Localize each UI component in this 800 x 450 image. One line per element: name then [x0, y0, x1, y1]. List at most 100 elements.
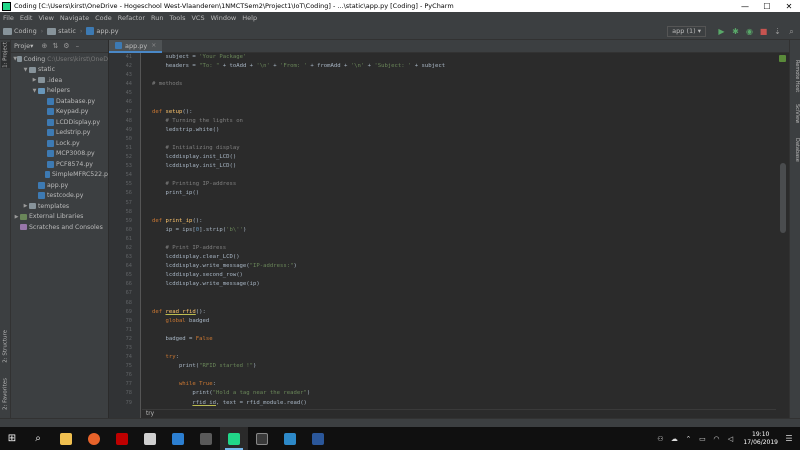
menu-vcs[interactable]: VCS: [191, 14, 204, 22]
menu-window[interactable]: Window: [211, 14, 237, 22]
menu-tools[interactable]: Tools: [169, 14, 185, 22]
run-icon[interactable]: ▶: [717, 27, 726, 36]
taskbar-terminal-2[interactable]: [248, 427, 276, 450]
hide-panel-icon[interactable]: –: [73, 42, 81, 50]
tree-item[interactable]: ▶ .idea: [11, 75, 108, 86]
code-token: def: [152, 217, 166, 224]
close-tab-icon[interactable]: ×: [151, 42, 156, 49]
tree-item[interactable]: SimpleMFRC522.p: [11, 170, 108, 181]
tree-item[interactable]: Database.py: [11, 96, 108, 107]
code-line: def setup():: [152, 108, 776, 117]
tree-item[interactable]: ▶ templates: [11, 201, 108, 212]
code-token: ():: [195, 308, 206, 315]
editor-scrollbar[interactable]: [777, 53, 789, 418]
editor-breadcrumb[interactable]: try: [142, 409, 776, 418]
chevron-down-icon[interactable]: ▼: [31, 88, 38, 94]
taskbar-word[interactable]: [304, 427, 332, 450]
taskbar-firefox[interactable]: [80, 427, 108, 450]
code-editor[interactable]: subject = 'Your Package' headers = "To: …: [142, 53, 776, 409]
tree-item[interactable]: Keypad.py: [11, 107, 108, 118]
notifications-icon[interactable]: ☰: [782, 427, 796, 450]
terminal-icon: [256, 432, 268, 445]
tab-favorites-tool[interactable]: 2: Favorites: [1, 378, 10, 410]
tree-item-label: .idea: [47, 76, 63, 84]
folder-icon: [29, 203, 36, 210]
close-window-button[interactable]: ✕: [778, 0, 800, 12]
tree-item[interactable]: MCP3008.py: [11, 149, 108, 160]
system-clock[interactable]: 19:10 17/06/2019: [743, 431, 778, 447]
search-everywhere-icon[interactable]: ⌕: [787, 27, 796, 36]
gear-icon[interactable]: ⚙: [62, 42, 70, 50]
debug-icon[interactable]: ✱: [731, 27, 740, 36]
menu-view[interactable]: View: [38, 14, 53, 22]
line-number: 60: [125, 226, 132, 233]
project-view-select[interactable]: Proje▾: [14, 42, 33, 50]
chevron-up-icon[interactable]: ⌃: [683, 434, 693, 444]
nav-crumb-coding[interactable]: Coding: [3, 27, 37, 35]
tab-sciview[interactable]: SciView: [791, 104, 800, 123]
code-token: # Turning the lights on: [152, 117, 243, 124]
taskbar-visual-studio[interactable]: [164, 427, 192, 450]
tree-item[interactable]: ▼ static: [11, 65, 108, 76]
taskbar-file-explorer[interactable]: [52, 427, 80, 450]
stop-icon[interactable]: ■: [759, 27, 768, 36]
menu-run[interactable]: Run: [151, 14, 163, 22]
tree-item[interactable]: testcode.py: [11, 191, 108, 202]
chevron-right-icon[interactable]: ▶: [22, 203, 29, 209]
inspection-status-icon[interactable]: [779, 55, 786, 62]
cloud-icon[interactable]: ☁: [669, 434, 679, 444]
menu-file[interactable]: File: [3, 14, 14, 22]
line-number: 62: [125, 244, 132, 251]
taskbar-pycharm[interactable]: [220, 427, 248, 450]
vcs-update-icon[interactable]: ⇣: [773, 27, 782, 36]
terminal-icon: [200, 432, 212, 445]
nav-crumb-app-py[interactable]: app.py: [86, 27, 119, 35]
locate-file-icon[interactable]: ⊕: [40, 42, 48, 50]
tab-app-py[interactable]: app.py ×: [109, 40, 163, 53]
taskbar-remote[interactable]: [276, 427, 304, 450]
chevron-right-icon[interactable]: ▶: [13, 214, 20, 220]
coverage-icon[interactable]: ◉: [745, 27, 754, 36]
code-token: False: [195, 335, 213, 342]
tree-item[interactable]: ▼ helpers: [11, 86, 108, 97]
taskbar-filezilla[interactable]: [108, 427, 136, 450]
tab-structure-tool[interactable]: 2: Structure: [1, 330, 10, 363]
line-number: 74: [125, 354, 132, 361]
tree-item[interactable]: LCDDisplay.py: [11, 117, 108, 128]
taskbar-app[interactable]: [136, 427, 164, 450]
minimize-button[interactable]: —: [734, 0, 756, 12]
tree-item[interactable]: ▶ External Libraries: [11, 212, 108, 223]
taskbar-terminal[interactable]: [192, 427, 220, 450]
menu-navigate[interactable]: Navigate: [60, 14, 89, 22]
nav-crumb-static[interactable]: static: [47, 27, 76, 35]
tree-item[interactable]: Scratches and Consoles: [11, 222, 108, 233]
tab-remote-host[interactable]: Remote Host: [791, 60, 800, 92]
chevron-down-icon[interactable]: ▼: [22, 67, 29, 73]
menu-code[interactable]: Code: [95, 14, 112, 22]
search-button[interactable]: ⌕: [24, 427, 52, 450]
chevron-right-icon[interactable]: ▶: [31, 77, 38, 83]
pycharm-logo-icon: [2, 1, 11, 11]
tree-item[interactable]: PCF8574.py: [11, 159, 108, 170]
run-configuration-select[interactable]: app (1) ▾: [667, 25, 706, 37]
navigation-bar: Coding › static › app.py app (1) ▾ ▶ ✱ ◉…: [0, 23, 800, 40]
volume-icon[interactable]: ◁: [725, 434, 735, 444]
tree-item[interactable]: ▼ Coding C:\Users\kirst\OneD: [11, 54, 108, 65]
start-button[interactable]: ⊞: [0, 427, 24, 450]
search-icon: ⌕: [35, 433, 41, 444]
tab-project-tool[interactable]: 1: Project: [1, 42, 10, 68]
battery-icon[interactable]: ▭: [697, 434, 707, 444]
tab-database[interactable]: Database: [791, 138, 800, 162]
people-icon[interactable]: ⚇: [655, 434, 665, 444]
tree-item[interactable]: app.py: [11, 180, 108, 191]
tree-item[interactable]: Ledstrip.py: [11, 128, 108, 139]
maximize-button[interactable]: ☐: [756, 0, 778, 12]
menu-help[interactable]: Help: [242, 14, 257, 22]
scrollbar-thumb[interactable]: [780, 163, 786, 233]
collapse-all-icon[interactable]: ⇅: [51, 42, 59, 50]
menu-refactor[interactable]: Refactor: [118, 14, 145, 22]
menu-edit[interactable]: Edit: [20, 14, 33, 22]
tree-item[interactable]: Lock.py: [11, 138, 108, 149]
wifi-icon[interactable]: ◠: [711, 434, 721, 444]
nav-crumb-label: app.py: [96, 27, 119, 35]
